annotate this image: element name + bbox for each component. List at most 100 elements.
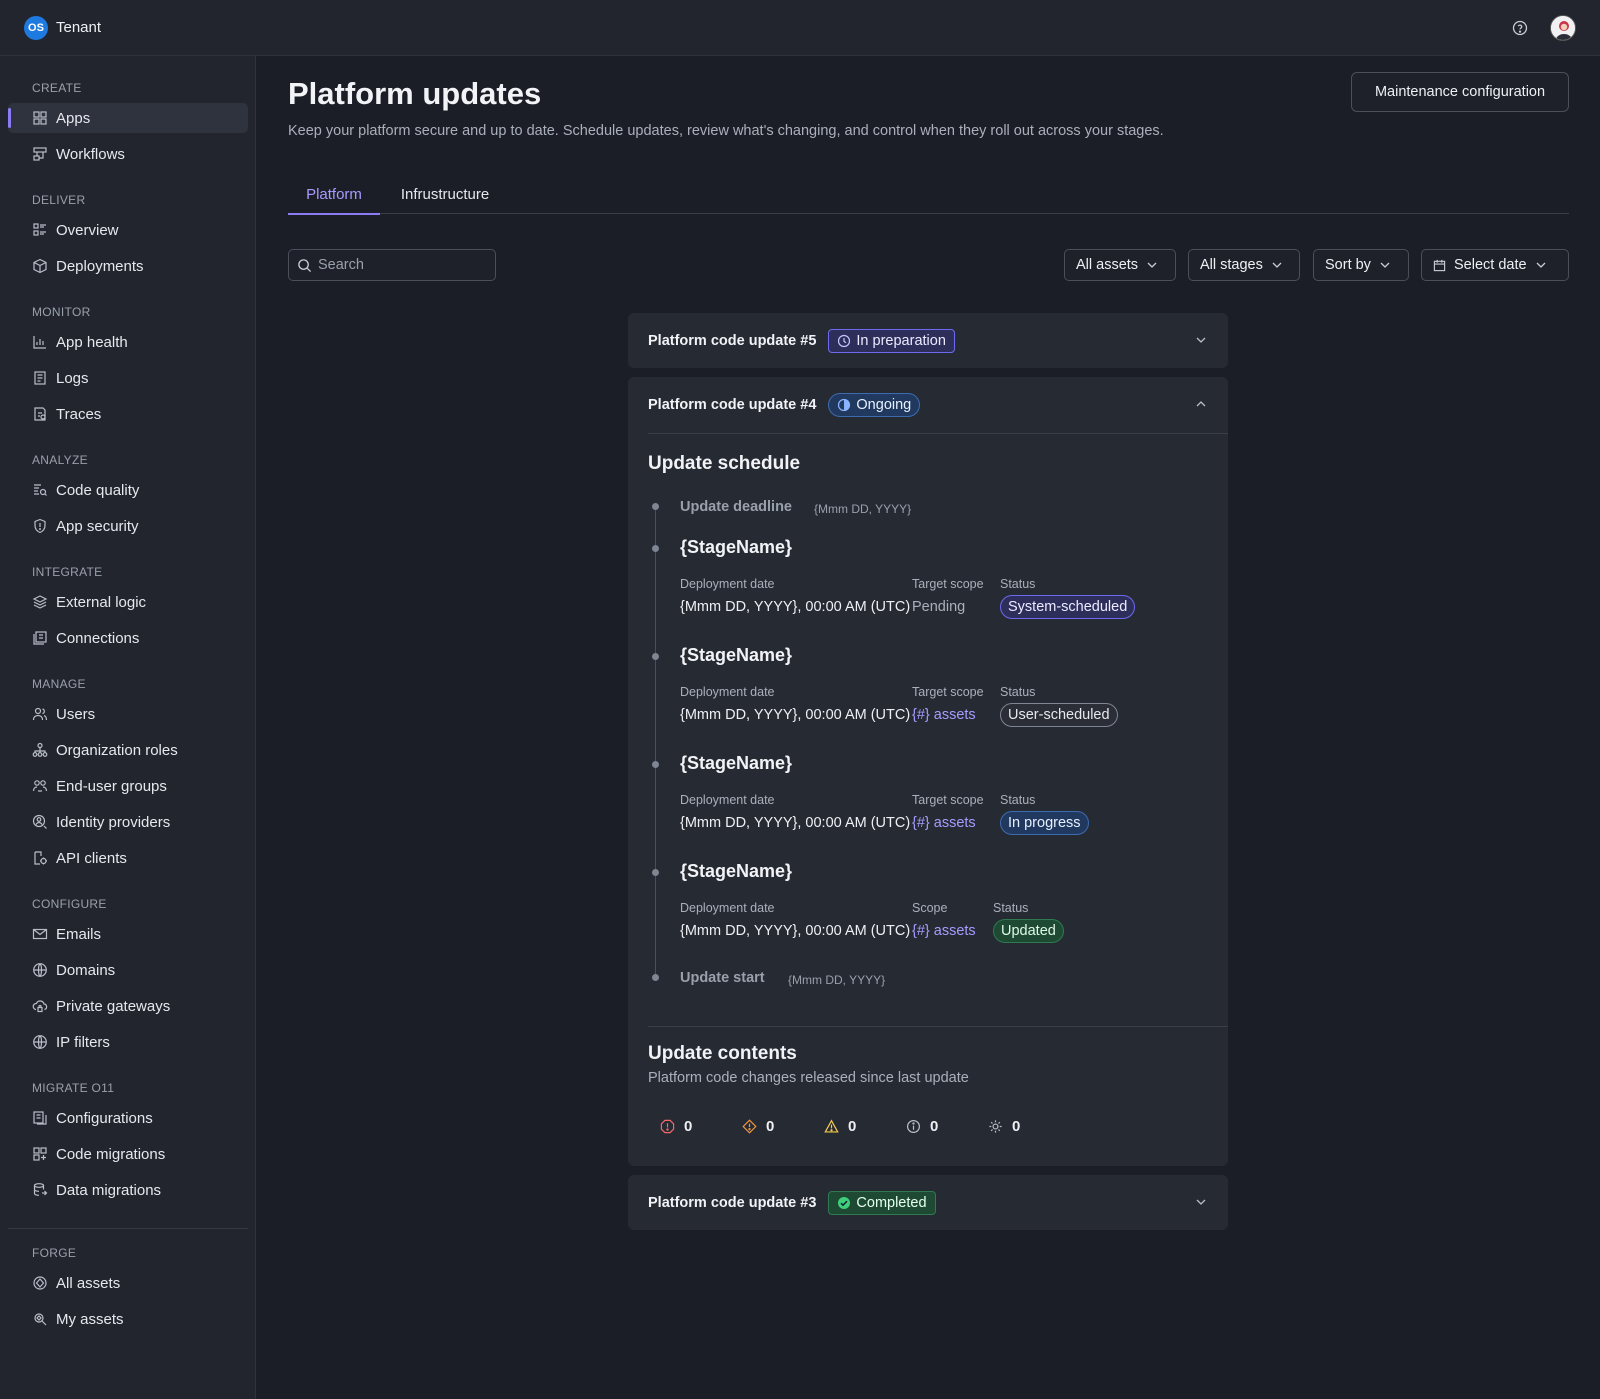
sidebar-item-organization-roles[interactable]: Organization roles [8, 735, 248, 765]
sidebar-item-app-security[interactable]: App security [8, 511, 248, 541]
tab-infrastructure[interactable]: Infrustructure [380, 174, 510, 214]
count-critical[interactable]: 0 [660, 1118, 692, 1135]
assets-icon [33, 1276, 47, 1290]
maintenance-configuration-button[interactable]: Maintenance configuration [1351, 72, 1569, 112]
sidebar-item-domains[interactable]: Domains [8, 955, 248, 985]
count-high[interactable]: 0 [742, 1118, 774, 1135]
sidebar-item-ip-filters[interactable]: IP filters [8, 1027, 248, 1057]
section-divider [648, 1026, 1228, 1027]
tenant-logo[interactable]: OS [24, 15, 48, 40]
chevron-down-icon [1272, 262, 1282, 268]
filter-select-date[interactable]: Select date [1421, 249, 1569, 281]
chevron-down-icon[interactable] [1194, 1195, 1208, 1209]
main-content: Platform updates Keep your platform secu… [257, 56, 1600, 1399]
target-scope-link[interactable]: {#} assets [912, 923, 976, 939]
filter-label: All stages [1200, 257, 1263, 273]
sidebar-item-label: Apps [56, 109, 91, 127]
status-badge-completed: Completed [828, 1191, 936, 1215]
page-title: Platform updates [288, 76, 542, 111]
sidebar-item-external-logic[interactable]: External logic [8, 587, 248, 617]
sidebar-item-app-health[interactable]: App health [8, 327, 248, 357]
update-card-header[interactable]: Platform code update #5 In preparation [628, 313, 1228, 369]
deployment-date-value: {Mmm DD, YYYY}, 00:00 AM (UTC) [680, 599, 911, 615]
target-scope-label: Target scope [912, 685, 984, 699]
update-deadline-label: Update deadline [680, 499, 792, 515]
sidebar-item-overview[interactable]: Overview [8, 215, 248, 245]
chevron-down-icon[interactable] [1194, 333, 1208, 347]
document-icon [34, 371, 46, 385]
target-scope-link[interactable]: {#} assets [912, 707, 976, 723]
update-card-5: Platform code update #5 In preparation [628, 313, 1228, 368]
status-badge-in-preparation: In preparation [828, 329, 955, 353]
count-info[interactable]: 0 [906, 1118, 938, 1135]
workflow-icon [33, 147, 47, 161]
sidebar-item-emails[interactable]: Emails [8, 919, 248, 949]
sidebar-item-configurations[interactable]: Configurations [8, 1103, 248, 1133]
sidebar-item-identity-providers[interactable]: Identity providers [8, 807, 248, 837]
update-card-header[interactable]: Platform code update #3 Completed [628, 1175, 1228, 1231]
count-improvement[interactable]: 0 [988, 1118, 1020, 1135]
sidebar-item-traces[interactable]: Traces [8, 399, 248, 429]
update-contents-title: Update contents [648, 1043, 797, 1064]
status-badge-ongoing: Ongoing [828, 393, 921, 417]
update-title: Platform code update #4 [648, 397, 817, 413]
sidebar-item-private-gateways[interactable]: Private gateways [8, 991, 248, 1021]
timeline-dot [652, 974, 659, 981]
sidebar-item-apps[interactable]: Apps [8, 103, 248, 133]
sidebar-item-label: Users [56, 705, 96, 723]
sidebar-item-label: API clients [56, 849, 127, 867]
tenant-name[interactable]: Tenant [56, 19, 101, 36]
filter-sort-by[interactable]: Sort by [1313, 249, 1409, 281]
filter-all-stages[interactable]: All stages [1188, 249, 1300, 281]
sidebar-item-workflows[interactable]: Workflows [8, 139, 248, 169]
count-value: 0 [684, 1118, 693, 1135]
grid-icon [33, 111, 47, 125]
stage-name: {StageName} [680, 861, 793, 881]
sidebar-item-label: Organization roles [56, 741, 178, 759]
calendar-icon [1433, 259, 1446, 271]
status-badge-user-scheduled: User-scheduled [1000, 703, 1118, 727]
sidebar-item-label: Private gateways [56, 997, 171, 1015]
sidebar-item-code-quality[interactable]: Code quality [8, 475, 248, 505]
sidebar-item-label: App health [56, 333, 128, 351]
section-label-monitor: MONITOR [32, 305, 91, 319]
sidebar-item-logs[interactable]: Logs [8, 363, 248, 393]
warning-icon [824, 1119, 839, 1133]
sidebar-item-users[interactable]: Users [8, 699, 248, 729]
sidebar-item-label: My assets [56, 1310, 124, 1328]
status-label: Status [993, 901, 1029, 915]
chevron-up-icon[interactable] [1194, 397, 1208, 411]
sidebar-item-deployments[interactable]: Deployments [8, 251, 248, 281]
count-value: 0 [766, 1118, 775, 1135]
deployment-date-label: Deployment date [680, 685, 775, 699]
target-scope-link[interactable]: {#} assets [912, 815, 976, 831]
sidebar-item-my-assets[interactable]: My assets [8, 1304, 248, 1334]
stage-name: {StageName} [680, 753, 793, 773]
improvement-icon [989, 1120, 1002, 1133]
sidebar-item-api-clients[interactable]: API clients [8, 843, 248, 873]
count-value: 0 [930, 1118, 939, 1135]
tab-platform[interactable]: Platform [288, 174, 380, 215]
status-label: Status [1000, 577, 1036, 591]
status-badge-in-progress: In progress [1000, 811, 1089, 835]
sidebar-item-end-user-groups[interactable]: End-user groups [8, 771, 248, 801]
update-card-4: Platform code update #4 Ongoing Update s… [628, 377, 1228, 1166]
sidebar-item-all-assets[interactable]: All assets [8, 1268, 248, 1298]
sidebar-item-code-migrations[interactable]: Code migrations [8, 1139, 248, 1169]
user-avatar[interactable] [1550, 14, 1576, 41]
update-card-header[interactable]: Platform code update #4 Ongoing [628, 377, 1228, 433]
scope-label: Scope [912, 901, 948, 915]
check-circle-icon [838, 1197, 851, 1209]
filter-all-assets[interactable]: All assets [1064, 249, 1176, 281]
users-icon [32, 707, 48, 721]
deployment-date-label: Deployment date [680, 901, 775, 915]
section-label-analyze: ANALYZE [32, 453, 88, 467]
sidebar-item-data-migrations[interactable]: Data migrations [8, 1175, 248, 1205]
count-warning[interactable]: 0 [824, 1118, 856, 1135]
timeline-dot [652, 653, 659, 660]
help-circle-icon[interactable] [1512, 20, 1528, 36]
sidebar-item-connections[interactable]: Connections [8, 623, 248, 653]
search-input[interactable] [318, 257, 488, 273]
sidebar-item-label: External logic [56, 593, 147, 611]
page-subtitle: Keep your platform secure and up to date… [288, 123, 1164, 139]
